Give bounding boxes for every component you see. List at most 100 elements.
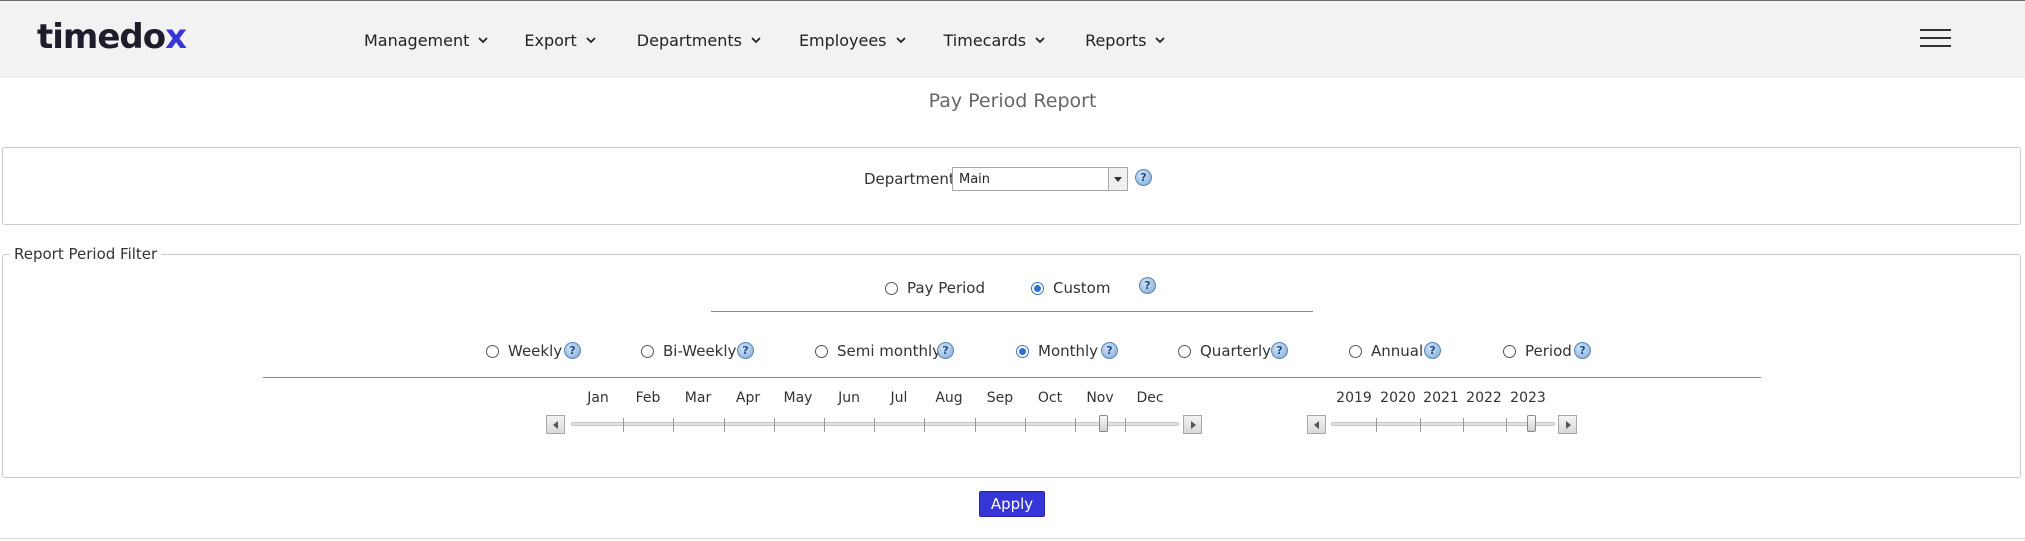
- help-icon[interactable]: ?: [1101, 342, 1118, 359]
- slider-tick: [623, 418, 624, 432]
- month-label: Feb: [635, 390, 661, 406]
- month-label: Jun: [838, 390, 860, 406]
- nav-departments[interactable]: Departments: [637, 31, 761, 50]
- help-icon[interactable]: ?: [737, 342, 754, 359]
- slider-tick: [774, 418, 775, 432]
- help-icon[interactable]: ?: [1574, 342, 1591, 359]
- month-label: Aug: [935, 390, 963, 406]
- nav-reports-label: Reports: [1085, 30, 1147, 50]
- chevron-down-icon: [586, 37, 596, 44]
- divider: [0, 538, 2025, 539]
- page-title: Pay Period Report: [928, 90, 1097, 112]
- radio-monthly[interactable]: Monthly: [1016, 342, 1098, 360]
- nav-timecards[interactable]: Timecards: [944, 31, 1046, 50]
- month-label: Jan: [587, 390, 609, 406]
- month-slider-left-arrow-icon[interactable]: [546, 415, 565, 434]
- help-icon[interactable]: ?: [937, 342, 954, 359]
- nav-employees-label: Employees: [798, 30, 887, 50]
- radio-circle: [486, 344, 499, 358]
- radio-pay-period-label: Pay Period: [907, 279, 985, 297]
- radio-circle: [1503, 344, 1516, 358]
- nav-departments-label: Departments: [636, 30, 742, 50]
- timedox-logo[interactable]: timedox: [37, 17, 187, 57]
- chevron-down-icon: [1035, 37, 1045, 44]
- radio-period-label: Period: [1525, 342, 1572, 360]
- slider-tick: [1420, 418, 1421, 432]
- year-label: 2021: [1423, 390, 1459, 406]
- slider-tick: [1125, 418, 1126, 432]
- slider-tick: [1463, 418, 1464, 432]
- radio-circle: [815, 344, 828, 358]
- logo-accent-text: x: [165, 17, 187, 57]
- divider: [711, 311, 1313, 312]
- radio-annual-label: Annual: [1371, 342, 1424, 360]
- radio-pay-period[interactable]: Pay Period: [885, 279, 985, 297]
- chevron-down-icon: [751, 37, 761, 44]
- radio-semi-monthly[interactable]: Semi monthly: [815, 342, 941, 360]
- month-label: Sep: [986, 390, 1014, 406]
- help-icon[interactable]: ?: [1135, 169, 1152, 186]
- logo-main-text: timedo: [37, 17, 166, 57]
- month-slider-right-arrow-icon[interactable]: [1183, 415, 1202, 434]
- report-period-filter: [2, 254, 2021, 478]
- help-icon[interactable]: ?: [1424, 342, 1441, 359]
- help-icon[interactable]: ?: [1139, 277, 1156, 294]
- nav-export[interactable]: Export: [524, 31, 596, 50]
- radio-custom-label: Custom: [1053, 279, 1111, 297]
- slider-tick: [874, 418, 875, 432]
- year-label: 2022: [1466, 390, 1502, 406]
- radio-bi-weekly-label: Bi-Weekly: [663, 342, 737, 360]
- year-slider-thumb[interactable]: [1527, 415, 1536, 432]
- radio-weekly-label: Weekly: [508, 342, 563, 360]
- year-slider-left-arrow-icon[interactable]: [1307, 415, 1326, 434]
- radio-circle: [1349, 344, 1362, 358]
- radio-quarterly[interactable]: Quarterly: [1178, 342, 1271, 360]
- month-label: Apr: [735, 390, 761, 406]
- year-slider-right-arrow-icon[interactable]: [1558, 415, 1577, 434]
- radio-bi-weekly[interactable]: Bi-Weekly: [641, 342, 736, 360]
- month-slider-track[interactable]: [571, 422, 1179, 426]
- department-label: Department: [864, 170, 955, 188]
- radio-annual[interactable]: Annual: [1349, 342, 1423, 360]
- apply-button[interactable]: Apply: [979, 491, 1045, 517]
- department-select[interactable]: Main: [952, 167, 1128, 191]
- slider-tick: [975, 418, 976, 432]
- month-label: Nov: [1086, 390, 1114, 406]
- help-icon[interactable]: ?: [1271, 342, 1288, 359]
- slider-tick: [824, 418, 825, 432]
- month-label: Dec: [1136, 390, 1164, 406]
- month-label: Oct: [1037, 390, 1063, 406]
- slider-tick: [1025, 418, 1026, 432]
- radio-circle-checked: [1031, 281, 1044, 295]
- nav-employees[interactable]: Employees: [799, 31, 906, 50]
- divider: [263, 377, 1761, 378]
- radio-circle-checked: [1016, 344, 1029, 358]
- department-selected-value: Main: [959, 172, 991, 187]
- nav-management-label: Management: [364, 30, 470, 50]
- month-label: May: [783, 390, 813, 406]
- year-label: 2019: [1336, 390, 1372, 406]
- chevron-down-icon: [478, 37, 489, 44]
- slider-tick: [1075, 418, 1076, 432]
- slider-tick: [924, 418, 925, 432]
- slider-tick: [673, 418, 674, 432]
- radio-period[interactable]: Period: [1503, 342, 1572, 360]
- radio-semi-monthly-label: Semi monthly: [837, 342, 942, 360]
- year-label: 2020: [1380, 390, 1416, 406]
- nav-management[interactable]: Management: [364, 30, 489, 50]
- year-slider-track[interactable]: [1331, 422, 1555, 426]
- slider-tick: [1506, 418, 1507, 432]
- month-label: Mar: [684, 390, 712, 406]
- top-header: timedox Management Export Departments Em…: [0, 0, 2025, 78]
- year-label: 2023: [1510, 390, 1546, 406]
- report-period-legend: Report Period Filter: [10, 245, 162, 263]
- month-slider-thumb[interactable]: [1099, 415, 1108, 432]
- hamburger-menu-icon[interactable]: [1920, 27, 1951, 49]
- help-icon[interactable]: ?: [564, 342, 581, 359]
- nav-reports[interactable]: Reports: [1085, 30, 1166, 50]
- chevron-down-icon[interactable]: [1108, 168, 1127, 190]
- radio-weekly[interactable]: Weekly: [486, 342, 562, 360]
- radio-custom[interactable]: Custom: [1031, 279, 1110, 297]
- radio-circle: [641, 344, 654, 358]
- radio-quarterly-label: Quarterly: [1200, 342, 1271, 360]
